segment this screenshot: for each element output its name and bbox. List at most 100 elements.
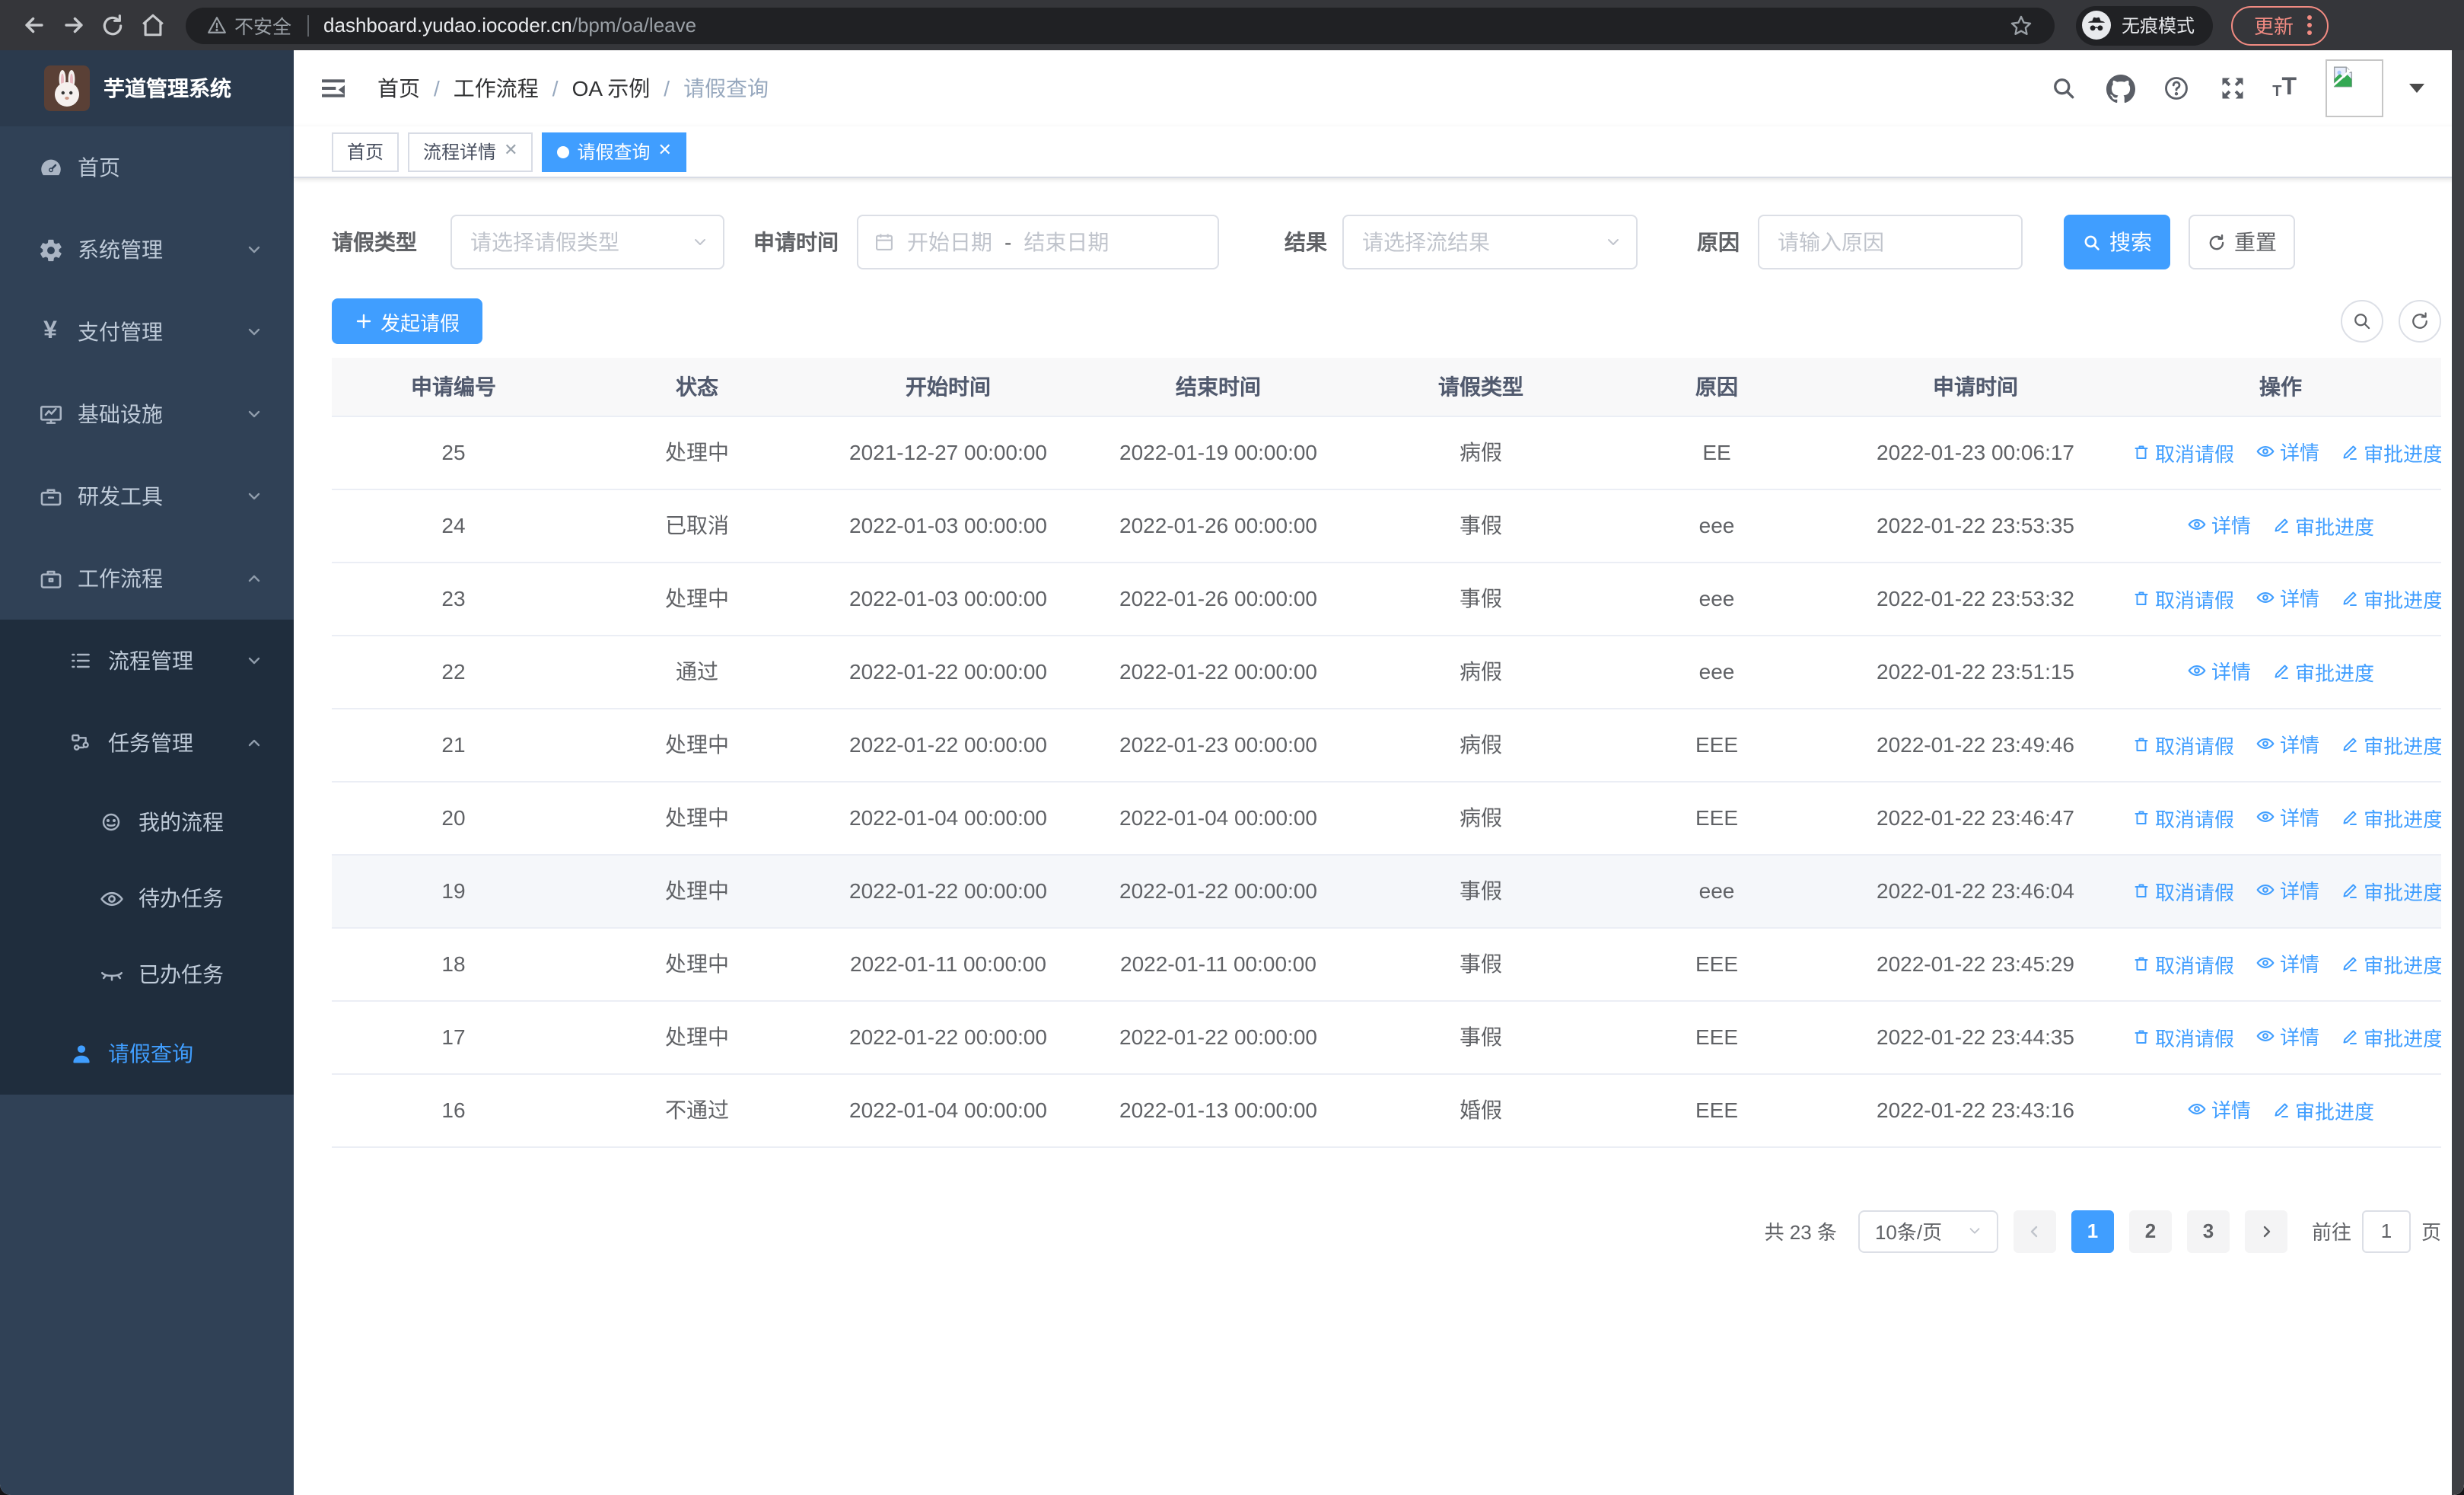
forward-icon[interactable] (55, 7, 91, 43)
sidebar-item-home[interactable]: 首页 (0, 126, 294, 209)
help-icon[interactable] (2160, 72, 2193, 105)
cancel-leave-link[interactable]: 取消请假 (2132, 1023, 2234, 1052)
address-bar[interactable]: 不安全 dashboard.yudao.iocoder.cn/bpm/oa/le… (186, 7, 2055, 43)
approval-progress-link[interactable]: 审批进度 (2341, 1023, 2441, 1052)
bookmark-star-icon[interactable] (2009, 13, 2033, 37)
approval-progress-link[interactable]: 审批进度 (2341, 438, 2441, 467)
page-button-3[interactable]: 3 (2186, 1210, 2230, 1252)
cell-status: 处理中 (575, 781, 819, 855)
sidebar-item-payment[interactable]: ¥ 支付管理 (0, 291, 294, 373)
prev-page-button[interactable] (2013, 1210, 2056, 1252)
reason-input[interactable]: 请输入原因 (1758, 215, 2023, 269)
refresh-table-button[interactable] (2399, 300, 2441, 343)
leave-type-select[interactable]: 请选择请假类型 (450, 215, 724, 269)
chevron-down-icon (245, 323, 263, 341)
detail-link[interactable]: 详情 (2255, 949, 2319, 978)
avatar[interactable] (2326, 59, 2383, 117)
detail-link[interactable]: 详情 (2255, 584, 2319, 613)
sidebar-item-system[interactable]: 系统管理 (0, 209, 294, 291)
close-icon[interactable]: ✕ (658, 142, 672, 160)
site-security-warning[interactable]: 不安全 (207, 11, 291, 40)
page-button-1[interactable]: 1 (2071, 1210, 2114, 1252)
trash-icon (2135, 1031, 2148, 1044)
back-icon[interactable] (15, 7, 52, 43)
sidebar-item-infrastructure[interactable]: 基础设施 (0, 373, 294, 455)
sidebar-item-leave-query[interactable]: 请假查询 (0, 1012, 294, 1095)
approval-progress-link[interactable]: 审批进度 (2341, 877, 2441, 906)
result-select[interactable]: 请选择流结果 (1342, 215, 1638, 269)
col-actions: 操作 (2120, 358, 2441, 416)
approval-progress-link[interactable]: 审批进度 (2272, 658, 2374, 687)
reset-button[interactable]: 重置 (2189, 215, 2295, 269)
detail-link[interactable]: 详情 (2187, 657, 2251, 686)
next-page-button[interactable] (2244, 1210, 2287, 1252)
approval-progress-link[interactable]: 审批进度 (2272, 1096, 2374, 1125)
sidebar-item-my-process[interactable]: 我的流程 (0, 784, 294, 860)
detail-link[interactable]: 详情 (2187, 511, 2251, 540)
avatar-dropdown-caret[interactable] (2409, 84, 2424, 93)
browser-menu-icon[interactable] (2307, 15, 2313, 35)
sidebar-collapse-icon[interactable] (317, 72, 350, 105)
cancel-leave-link[interactable]: 取消请假 (2132, 950, 2234, 979)
detail-link[interactable]: 详情 (2255, 438, 2319, 467)
eye-open-icon (97, 885, 125, 912)
app-logo-row[interactable]: 芋道管理系统 (0, 50, 294, 126)
approval-progress-link[interactable]: 审批进度 (2272, 512, 2374, 540)
browser-update-button[interactable]: 更新 (2231, 5, 2329, 45)
cell-actions: 详情 审批进度 (2120, 1073, 2441, 1147)
approval-progress-link[interactable]: 审批进度 (2341, 585, 2441, 614)
breadcrumb-workflow[interactable]: 工作流程 (454, 73, 539, 104)
search-button-label: 搜索 (2109, 230, 2152, 254)
sidebar-item-todo-tasks[interactable]: 待办任务 (0, 860, 294, 936)
home-icon[interactable] (134, 7, 170, 43)
cancel-leave-link[interactable]: 取消请假 (2132, 438, 2234, 467)
cancel-leave-link[interactable]: 取消请假 (2132, 877, 2234, 906)
apply-time-range-picker[interactable]: 开始日期 - 结束日期 (857, 215, 1219, 269)
cell-end-time: 2022-01-19 00:00:00 (1078, 416, 1359, 489)
create-leave-button[interactable]: 发起请假 (332, 298, 483, 344)
col-status: 状态 (575, 358, 819, 416)
edit-pen-icon (2343, 592, 2357, 607)
page-scrollbar[interactable] (2452, 50, 2464, 1495)
search-icon[interactable] (2047, 72, 2080, 105)
detail-link[interactable]: 详情 (2255, 876, 2319, 905)
github-icon[interactable] (2103, 72, 2137, 105)
goto-page-input[interactable]: 1 (2361, 1210, 2411, 1252)
cell-apply-id: 19 (332, 854, 575, 928)
breadcrumb-oa-example[interactable]: OA 示例 (572, 73, 651, 104)
close-icon[interactable]: ✕ (504, 142, 517, 160)
cell-status: 处理中 (575, 416, 819, 489)
sidebar-item-process-management[interactable]: 流程管理 (0, 620, 294, 702)
sidebar-item-task-management[interactable]: 任务管理 (0, 702, 294, 784)
tab-process-detail[interactable]: 流程详情 ✕ (408, 132, 533, 171)
font-size-icon[interactable]: TT (2272, 75, 2297, 100)
cancel-leave-link[interactable]: 取消请假 (2132, 585, 2234, 614)
detail-link[interactable]: 详情 (2187, 1095, 2251, 1124)
reload-icon[interactable] (94, 7, 131, 43)
table-row: 22 通过 2022-01-22 00:00:00 2022-01-22 00:… (332, 635, 2441, 709)
chevron-right-icon (2263, 1225, 2271, 1237)
breadcrumb-home[interactable]: 首页 (377, 73, 420, 104)
approval-progress-link[interactable]: 审批进度 (2341, 804, 2441, 833)
detail-link[interactable]: 详情 (2255, 803, 2319, 832)
cancel-leave-link[interactable]: 取消请假 (2132, 804, 2234, 833)
show-search-toggle-button[interactable] (2341, 300, 2383, 343)
fullscreen-icon[interactable] (2216, 72, 2249, 105)
col-leave-type: 请假类型 (1359, 358, 1603, 416)
detail-link[interactable]: 详情 (2255, 1022, 2319, 1051)
sidebar-item-done-tasks[interactable]: 已办任务 (0, 936, 294, 1012)
tab-leave-query[interactable]: 请假查询 ✕ (542, 132, 687, 171)
tab-label: 首页 (347, 142, 384, 163)
search-button[interactable]: 搜索 (2064, 215, 2170, 269)
page-button-2[interactable]: 2 (2128, 1210, 2172, 1252)
approval-progress-link[interactable]: 审批进度 (2341, 950, 2441, 979)
approval-progress-link[interactable]: 审批进度 (2341, 731, 2441, 760)
pagination: 共 23 条 10条/页 1 2 3 前往 1 页 (332, 1210, 2441, 1252)
detail-link[interactable]: 详情 (2255, 730, 2319, 759)
sidebar-item-workflow[interactable]: 工作流程 (0, 537, 294, 620)
date-separator: - (1004, 230, 1012, 254)
sidebar-item-dev-tools[interactable]: 研发工具 (0, 455, 294, 537)
cancel-leave-link[interactable]: 取消请假 (2132, 731, 2234, 760)
page-size-select[interactable]: 10条/页 (1858, 1210, 1998, 1252)
tab-home[interactable]: 首页 (332, 132, 400, 171)
